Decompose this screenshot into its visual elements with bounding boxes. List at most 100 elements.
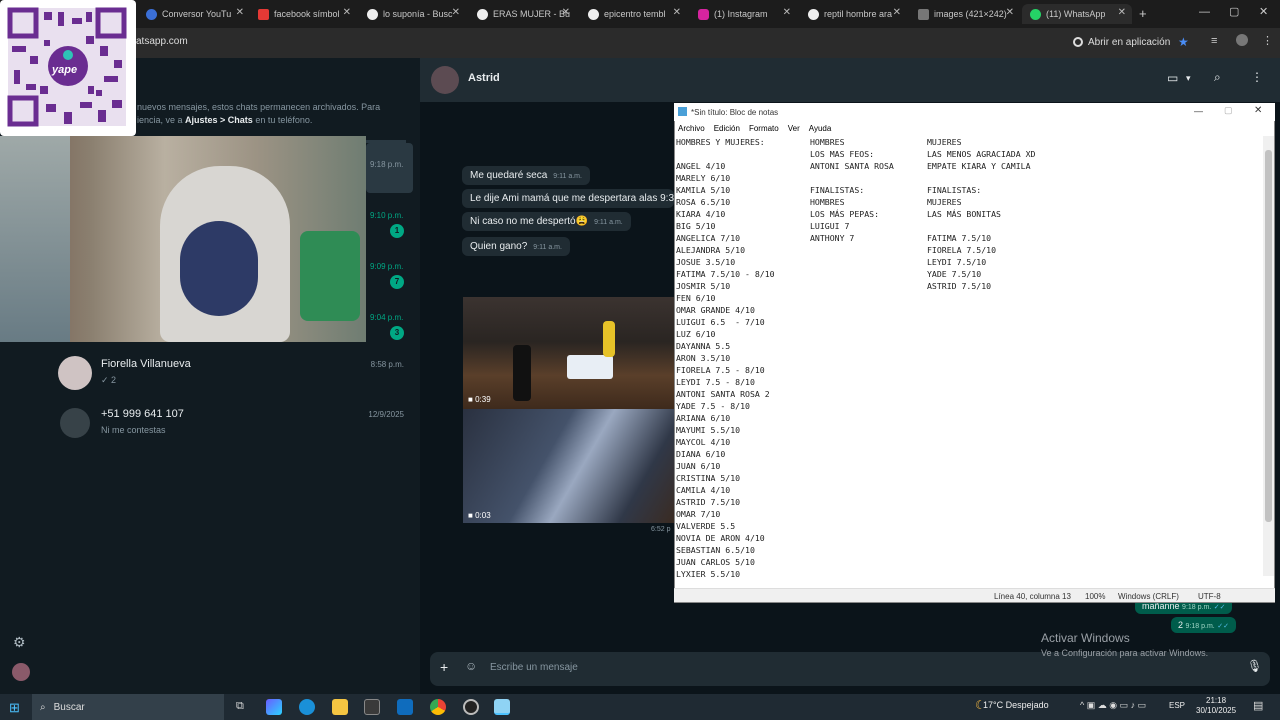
url-text[interactable]: atsapp.com	[136, 36, 188, 47]
chat-row-unknown-number[interactable]: +51 999 641 107 Ni me contestas 12/9/202…	[40, 396, 420, 456]
bottle-shape	[513, 345, 531, 401]
status-line-endings: Windows (CRLF)	[1118, 592, 1179, 601]
video-call-icon[interactable]: ▭	[1167, 71, 1178, 85]
profile-avatar[interactable]	[1236, 34, 1248, 46]
new-tab-icon[interactable]: +	[1139, 6, 1147, 21]
playlist-icon[interactable]: ≡	[1211, 35, 1217, 47]
notepad-text-area[interactable]: HOMBRES Y MUJERES: ANGEL 4/10 MARELY 6/1…	[676, 136, 1259, 577]
sticker-icon[interactable]: ☺	[465, 659, 477, 673]
menu-ver[interactable]: Ver	[788, 124, 800, 133]
taskbar-search[interactable]: ⌕ Buscar	[32, 694, 224, 720]
tab-favicon-icon	[258, 8, 269, 20]
notifications-icon[interactable]: ▤	[1253, 699, 1263, 712]
scrollbar-thumb[interactable]	[1265, 150, 1272, 522]
profile-avatar[interactable]	[12, 663, 30, 681]
tab-label: epicentro tembl	[604, 9, 666, 19]
unread-badge: 3	[390, 326, 404, 340]
taskbar-clock[interactable]: 21:18 30/10/2025	[1196, 696, 1236, 716]
close-tab-icon[interactable]: ✕	[236, 7, 244, 18]
contact-avatar[interactable]	[431, 66, 459, 94]
incoming-message: Quien gano? 9:11 a.m.	[462, 237, 570, 256]
status-zoom: 100%	[1085, 592, 1106, 601]
menu-formato[interactable]: Formato	[749, 124, 779, 133]
copilot-icon[interactable]	[266, 699, 282, 715]
google-icon	[588, 8, 599, 20]
minimize-icon[interactable]: —	[1194, 106, 1203, 116]
video-message[interactable]: ■ 0:39	[463, 297, 674, 409]
close-tab-icon[interactable]: ✕	[1118, 7, 1126, 18]
outgoing-message: 2 9:18 p.m. ✓✓	[1171, 617, 1236, 633]
contact-name[interactable]: Astrid	[468, 72, 500, 84]
tab-whatsapp[interactable]: (11) WhatsApp ✕	[1022, 4, 1132, 24]
tab-label: Conversor YouTu	[162, 9, 232, 19]
close-window-icon[interactable]: ✕	[1254, 105, 1262, 116]
notepad-taskbar-icon[interactable]	[494, 699, 510, 715]
archive-settings-link[interactable]: Ajustes > Chats	[185, 115, 253, 125]
close-window-icon[interactable]: ✕	[1259, 5, 1268, 18]
tab-epicentro[interactable]: epicentro tembl ✕	[580, 4, 687, 24]
text-column-2: HOMBRES LOS MAS FEOS: ANTONI SANTA ROSA …	[810, 137, 894, 243]
attach-plus-icon[interactable]: +	[440, 659, 448, 675]
search-icon[interactable]: ⌕	[1214, 70, 1221, 85]
edge-icon[interactable]	[299, 699, 315, 715]
archive-notice-line1: nuevos mensajes, estos chats permanecen …	[137, 102, 381, 112]
menu-icon[interactable]: ⋮	[1251, 70, 1263, 84]
system-tray-icons[interactable]: ^ ▣ ☁ ◉ ▭ ♪ ▭	[1080, 700, 1146, 711]
tab-lo-suponia[interactable]: lo suponía - Busc ✕	[359, 4, 466, 24]
obs-icon[interactable]	[463, 699, 479, 715]
maximize-icon[interactable]: ▢	[1224, 105, 1233, 116]
bookmark-star-icon[interactable]: ★	[1178, 35, 1189, 49]
tab-reptil[interactable]: reptil hombre ara ✕	[800, 4, 907, 24]
more-options-icon[interactable]: ⋮	[1262, 34, 1273, 47]
close-tab-icon[interactable]: ✕	[562, 7, 570, 18]
message-time: 9:18 p.m.	[1182, 604, 1212, 611]
read-checks-icon: ✓✓	[1217, 623, 1229, 630]
open-in-app-button[interactable]: Abrir en aplicación	[1073, 34, 1170, 50]
incoming-message: Me quedaré seca 9:11 a.m.	[462, 166, 590, 185]
status-cursor-position: Línea 40, columna 13	[994, 592, 1071, 601]
image-icon	[918, 8, 929, 20]
weather-text[interactable]: 17°C Despejado	[983, 700, 1049, 710]
close-tab-icon[interactable]: ✕	[1006, 7, 1014, 18]
menu-ayuda[interactable]: Ayuda	[809, 124, 832, 133]
tab-images[interactable]: images (421×242) ✕	[910, 4, 1020, 24]
search-placeholder: Buscar	[53, 701, 85, 713]
language-indicator[interactable]: ESP	[1169, 701, 1185, 710]
menu-edicion[interactable]: Edición	[714, 124, 740, 133]
message-text: Quien gano?	[470, 241, 528, 252]
tab-instagram[interactable]: (1) Instagram ✕	[690, 4, 797, 24]
task-view-icon[interactable]: ⧉	[236, 700, 244, 713]
tab-conversor[interactable]: Conversor YouTu ✕	[138, 4, 250, 24]
tab-facebook[interactable]: facebook símbol ✕	[250, 4, 357, 24]
chat-time: 12/9/2025	[368, 410, 404, 419]
microphone-icon[interactable]: 🎙	[1247, 659, 1262, 673]
message-text: 2	[1178, 620, 1184, 630]
close-tab-icon[interactable]: ✕	[343, 7, 351, 18]
minimize-icon[interactable]: —	[1199, 6, 1210, 18]
archive-notice-line2a: iencia, ve a	[137, 115, 186, 125]
video-message[interactable]: ■ 0:03	[463, 409, 674, 523]
yape-qr-code: yape	[0, 0, 136, 136]
file-explorer-icon[interactable]	[332, 699, 348, 715]
close-tab-icon[interactable]: ✕	[783, 7, 791, 18]
chevron-down-icon[interactable]: ▾	[1186, 73, 1191, 84]
notepad-icon	[678, 107, 687, 116]
windows-start-icon[interactable]: ⊞	[9, 700, 20, 716]
maximize-icon[interactable]: ▢	[1229, 5, 1239, 18]
message-input[interactable]: Escribe un mensaje	[490, 662, 1190, 673]
search-icon: ⌕	[40, 701, 46, 713]
store-icon[interactable]	[364, 699, 380, 715]
chrome-icon[interactable]	[430, 699, 446, 715]
video-camera-icon: ■	[468, 511, 473, 520]
cake-shape	[567, 355, 613, 379]
close-tab-icon[interactable]: ✕	[452, 7, 460, 18]
tab-eras-mujer[interactable]: ERAS MUJER - Bu ✕	[469, 4, 576, 24]
message-time: 9:18 p.m.	[1185, 623, 1215, 630]
close-tab-icon[interactable]: ✕	[893, 7, 901, 18]
open-in-app-label: Abrir en aplicación	[1088, 36, 1171, 48]
outlook-icon[interactable]	[397, 699, 413, 715]
close-tab-icon[interactable]: ✕	[673, 7, 681, 18]
menu-archivo[interactable]: Archivo	[678, 124, 705, 133]
video-duration-text: 0:03	[475, 511, 491, 520]
settings-gear-icon[interactable]: ⚙	[13, 634, 26, 651]
